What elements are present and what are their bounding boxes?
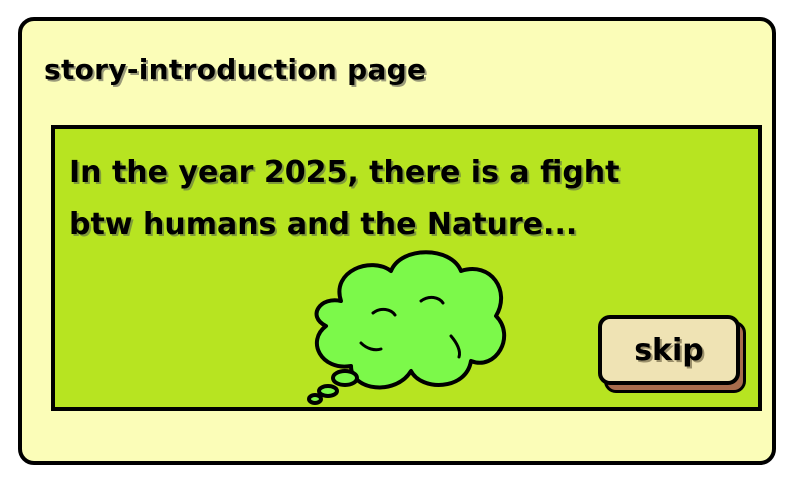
page-title: story-introduction page (44, 53, 427, 86)
skip-button-face: skip (598, 315, 740, 385)
thought-cloud-icon (307, 250, 507, 405)
skip-button-label: skip (634, 332, 704, 368)
story-panel: In the year 2025, there is a fight btw h… (51, 125, 762, 411)
story-text: In the year 2025, there is a fight btw h… (69, 155, 620, 242)
skip-button[interactable]: skip (598, 315, 746, 393)
